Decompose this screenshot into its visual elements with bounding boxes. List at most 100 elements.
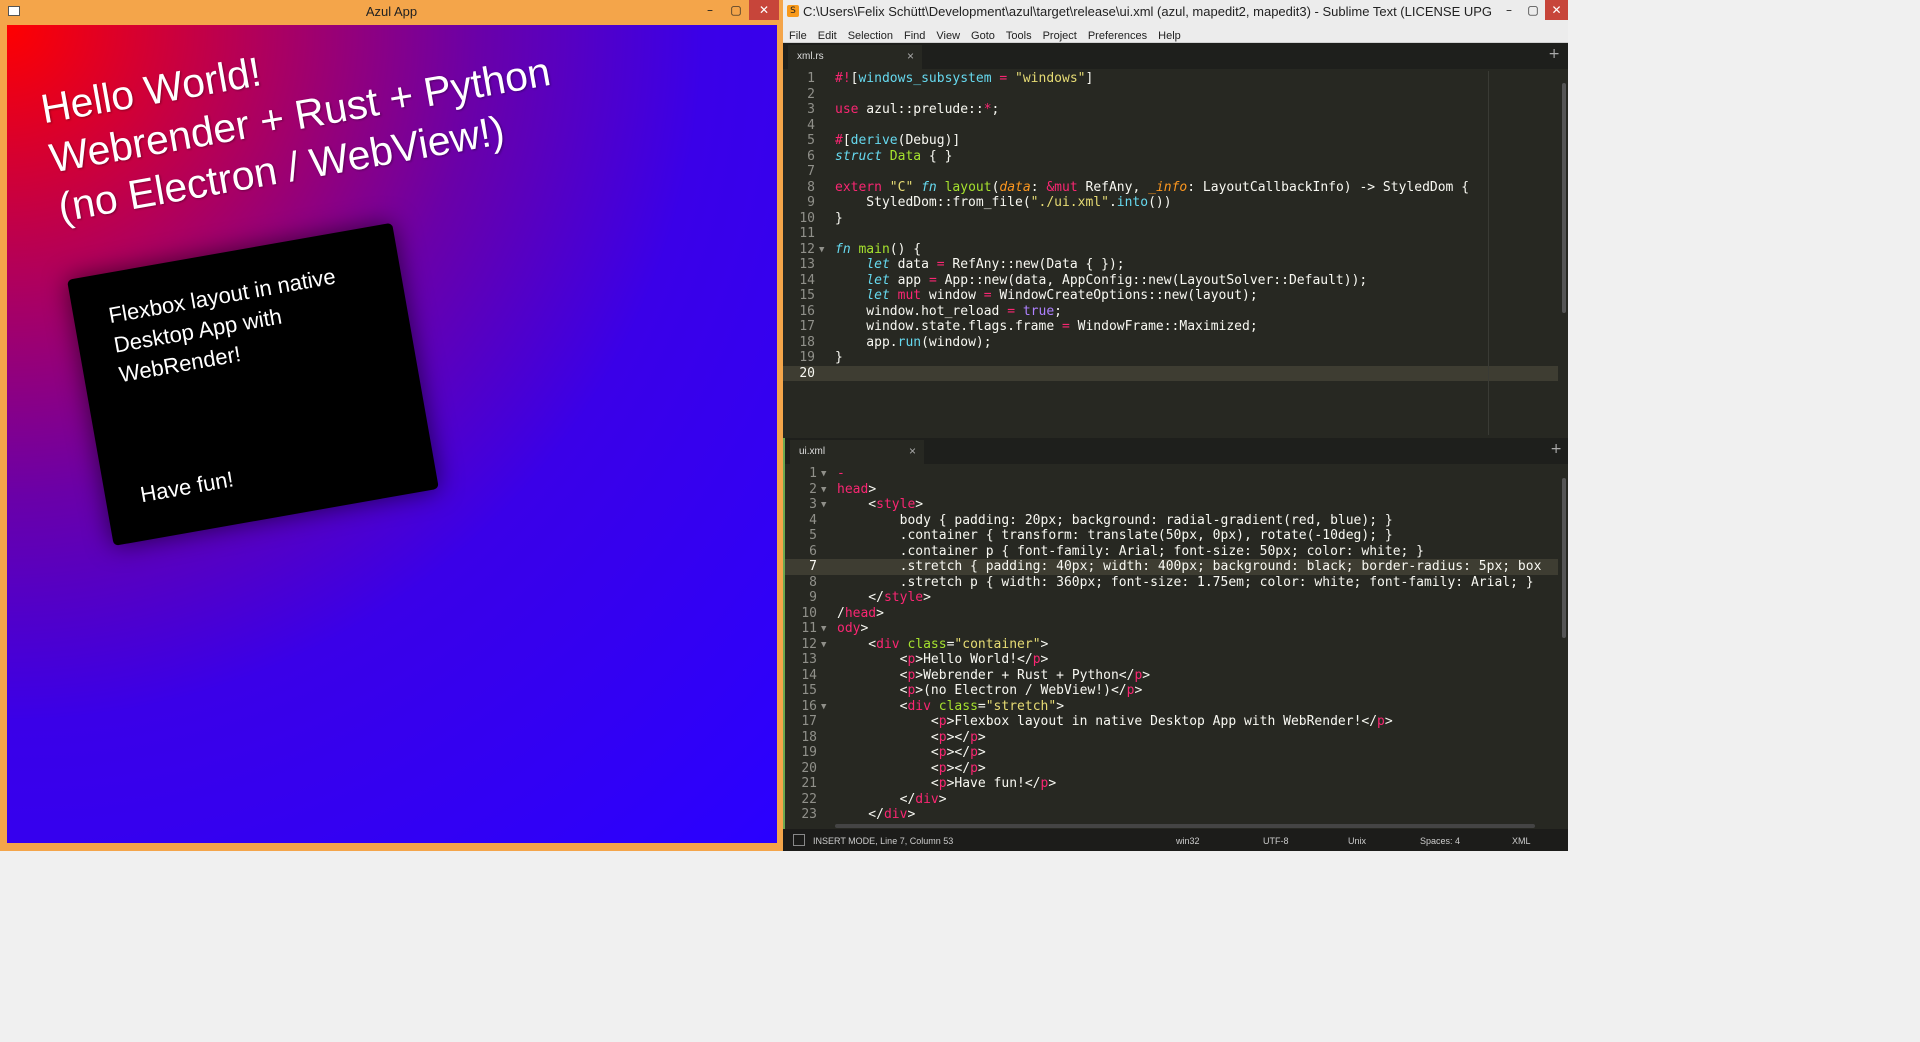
- line-number: 17: [799, 319, 815, 334]
- fold-arrow-icon[interactable]: ▼: [819, 243, 824, 259]
- status-encoding[interactable]: UTF-8: [1263, 836, 1289, 846]
- code-line[interactable]: 19 <p></p>: [785, 745, 1558, 761]
- code-line[interactable]: 11: [783, 226, 1558, 242]
- azul-titlebar[interactable]: Azul App – ▢ ✕: [0, 0, 783, 25]
- code-line[interactable]: 18 app.run(window);: [783, 335, 1558, 351]
- fold-arrow-icon[interactable]: ▼: [821, 700, 826, 716]
- code-line[interactable]: 1 ▼ -: [785, 466, 1558, 482]
- panel-toggle-icon[interactable]: [793, 834, 805, 846]
- line-number: 10: [801, 605, 817, 621]
- line-number: 4: [807, 117, 815, 133]
- maximize-button[interactable]: ▢: [723, 0, 749, 20]
- status-syntax[interactable]: XML: [1512, 836, 1531, 846]
- line-number: 3: [807, 102, 815, 117]
- code-line[interactable]: 4: [783, 118, 1558, 134]
- tab-xml-rs[interactable]: xml.rs ×: [788, 45, 922, 69]
- code-line[interactable]: 14 <p>Webrender + Rust + Python</p>: [785, 668, 1558, 684]
- code-line[interactable]: 6 .container p { font-family: Arial; fon…: [785, 544, 1558, 560]
- sublime-app-icon: S: [787, 5, 799, 17]
- code-text: ody>: [837, 621, 869, 636]
- code-line[interactable]: 2 ▼ head>: [785, 482, 1558, 498]
- code-line[interactable]: 11 ▼ ody>: [785, 621, 1558, 637]
- code-text: StyledDom::from_file("./ui.xml".into()): [835, 195, 1172, 210]
- status-platform[interactable]: win32: [1176, 836, 1200, 846]
- vertical-scrollbar[interactable]: [1562, 478, 1566, 638]
- code-line[interactable]: 23 </div>: [785, 807, 1558, 823]
- code-line[interactable]: 10/head>: [785, 606, 1558, 622]
- fold-arrow-icon[interactable]: ▼: [821, 622, 826, 638]
- line-number: 6: [809, 543, 817, 559]
- code-line[interactable]: 3 ▼ <style>: [785, 497, 1558, 513]
- code-text: <p></p>: [837, 760, 986, 776]
- code-line[interactable]: 13 <p>Hello World!</p>: [785, 652, 1558, 668]
- line-number: 16: [799, 303, 815, 319]
- line-number: 4: [809, 512, 817, 528]
- line-number: 19: [799, 350, 815, 365]
- tab-ui-xml[interactable]: ui.xml ×: [790, 440, 924, 464]
- status-indentation[interactable]: Spaces: 4: [1420, 836, 1460, 846]
- code-text: app.run(window);: [835, 334, 992, 350]
- fold-arrow-icon[interactable]: ▼: [821, 498, 826, 514]
- code-line[interactable]: 9 </style>: [785, 590, 1558, 606]
- code-line[interactable]: 19}: [783, 350, 1558, 366]
- code-line[interactable]: 10}: [783, 211, 1558, 227]
- code-line[interactable]: 6 struct Data { }: [783, 149, 1558, 165]
- code-line[interactable]: 12 ▼ fn main() {: [783, 242, 1558, 258]
- code-line[interactable]: 12 ▼ <div class="container">: [785, 637, 1558, 653]
- line-number: 14: [801, 667, 817, 683]
- code-line[interactable]: 16 ▼ <div class="stretch">: [785, 699, 1558, 715]
- tab-close-icon[interactable]: ×: [907, 49, 914, 63]
- code-line[interactable]: 8 extern "C" fn layout(data: &mut RefAny,…: [783, 180, 1558, 196]
- code-line[interactable]: 1 #![windows_subsystem = "windows"]: [783, 71, 1558, 87]
- code-line[interactable]: 15 <p>(no Electron / WebView!)</p>: [785, 683, 1558, 699]
- minimap-divider: [1488, 71, 1489, 435]
- fold-arrow-icon[interactable]: ▼: [821, 638, 826, 654]
- code-line[interactable]: 8 .stretch p { width: 360px; font-size: …: [785, 575, 1558, 591]
- code-line[interactable]: 17 window.state.flags.frame = WindowFram…: [783, 319, 1558, 335]
- line-number: 13: [801, 652, 817, 667]
- maximize-button[interactable]: ▢: [1521, 0, 1545, 20]
- line-number: 15: [801, 683, 817, 698]
- code-line[interactable]: 9 StyledDom::from_file("./ui.xml".into()…: [783, 195, 1558, 211]
- tab-close-icon[interactable]: ×: [909, 444, 916, 458]
- code-line[interactable]: 21 <p>Have fun!</p>: [785, 776, 1558, 792]
- code-line[interactable]: 5 .container { transform: translate(50px…: [785, 528, 1558, 544]
- code-line[interactable]: 4 body { padding: 20px; background: radi…: [785, 513, 1558, 529]
- code-line[interactable]: 16 window.hot_reload = true;: [783, 304, 1558, 320]
- new-tab-icon[interactable]: +: [1548, 46, 1560, 62]
- minimize-button[interactable]: –: [1497, 0, 1521, 20]
- code-line[interactable]: 15 let mut window = WindowCreateOptions:…: [783, 288, 1558, 304]
- code-line[interactable]: 17 <p>Flexbox layout in native Desktop A…: [785, 714, 1558, 730]
- code-line[interactable]: 18 <p></p>: [785, 730, 1558, 746]
- code-text: use azul::prelude::*;: [835, 102, 1000, 117]
- code-line[interactable]: 20 <p></p>: [785, 761, 1558, 777]
- status-line-endings[interactable]: Unix: [1348, 836, 1366, 846]
- code-editor-bottom[interactable]: 1 ▼ -2 ▼ head> 3 ▼ <style> 4 body { padding: 20…: [785, 466, 1558, 823]
- line-number: 11: [801, 621, 817, 636]
- code-line[interactable]: 5 #[derive(Debug)]: [783, 133, 1558, 149]
- line-number: 12: [799, 241, 815, 257]
- code-line[interactable]: 22 </div>: [785, 792, 1558, 808]
- code-line[interactable]: 20: [783, 365, 1558, 381]
- line-number: 15: [799, 288, 815, 303]
- close-button[interactable]: ✕: [1545, 0, 1568, 20]
- horizontal-scrollbar[interactable]: [835, 824, 1535, 828]
- sublime-titlebar[interactable]: S C:\Users\Felix Schütt\Development\azul…: [783, 0, 1568, 24]
- vertical-scrollbar[interactable]: [1562, 83, 1566, 313]
- code-line[interactable]: 7 .stretch { padding: 40px; width: 400px…: [785, 559, 1558, 575]
- code-text: struct Data { }: [835, 148, 953, 164]
- code-line[interactable]: 3 use azul::prelude::*;: [783, 102, 1558, 118]
- code-text: <div class="container">: [837, 636, 1049, 652]
- fold-arrow-icon[interactable]: ▼: [821, 483, 826, 499]
- code-line[interactable]: 13 let data = RefAny::new(Data { });: [783, 257, 1558, 273]
- close-button[interactable]: ✕: [749, 0, 779, 20]
- line-number: 18: [801, 729, 817, 745]
- code-line[interactable]: 2: [783, 87, 1558, 103]
- minimize-button[interactable]: –: [697, 0, 723, 20]
- code-line[interactable]: 7: [783, 164, 1558, 180]
- code-editor-top[interactable]: 1 #![windows_subsystem = "windows"] 2 3 use …: [783, 71, 1558, 381]
- fold-arrow-icon[interactable]: ▼: [821, 467, 826, 483]
- code-text: <p>Hello World!</p>: [837, 652, 1049, 667]
- code-line[interactable]: 14 let app = App::new(data, AppConfig::n…: [783, 273, 1558, 289]
- new-tab-icon[interactable]: +: [1550, 441, 1562, 457]
